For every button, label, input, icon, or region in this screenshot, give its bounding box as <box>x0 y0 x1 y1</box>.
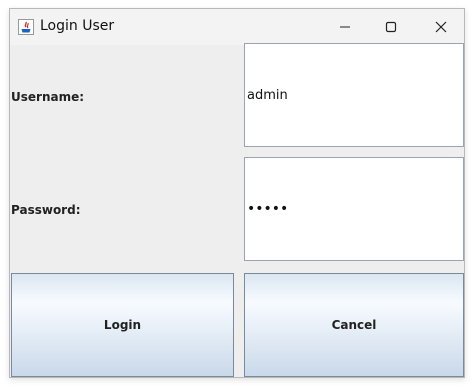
username-field[interactable]: admin <box>244 43 464 147</box>
close-icon <box>435 18 447 37</box>
minimize-icon <box>339 18 351 37</box>
window-title: Login User <box>40 18 115 34</box>
cancel-button-label: Cancel <box>331 318 377 332</box>
username-label: Username: <box>11 90 85 104</box>
password-field[interactable]: ••••• <box>244 157 464 261</box>
password-label: Password: <box>11 203 81 217</box>
maximize-button[interactable] <box>368 9 414 45</box>
login-window: Login User Username: admin Password: •••… <box>9 8 465 378</box>
login-button-label: Login <box>103 318 142 332</box>
maximize-icon <box>385 18 397 37</box>
close-button[interactable] <box>418 9 464 45</box>
minimize-button[interactable] <box>322 9 368 45</box>
title-bar[interactable]: Login User <box>10 9 464 45</box>
java-icon <box>18 19 34 35</box>
password-value: ••••• <box>247 201 289 217</box>
cancel-button[interactable]: Cancel <box>244 273 464 377</box>
username-value: admin <box>247 87 288 103</box>
login-button[interactable]: Login <box>11 273 234 377</box>
